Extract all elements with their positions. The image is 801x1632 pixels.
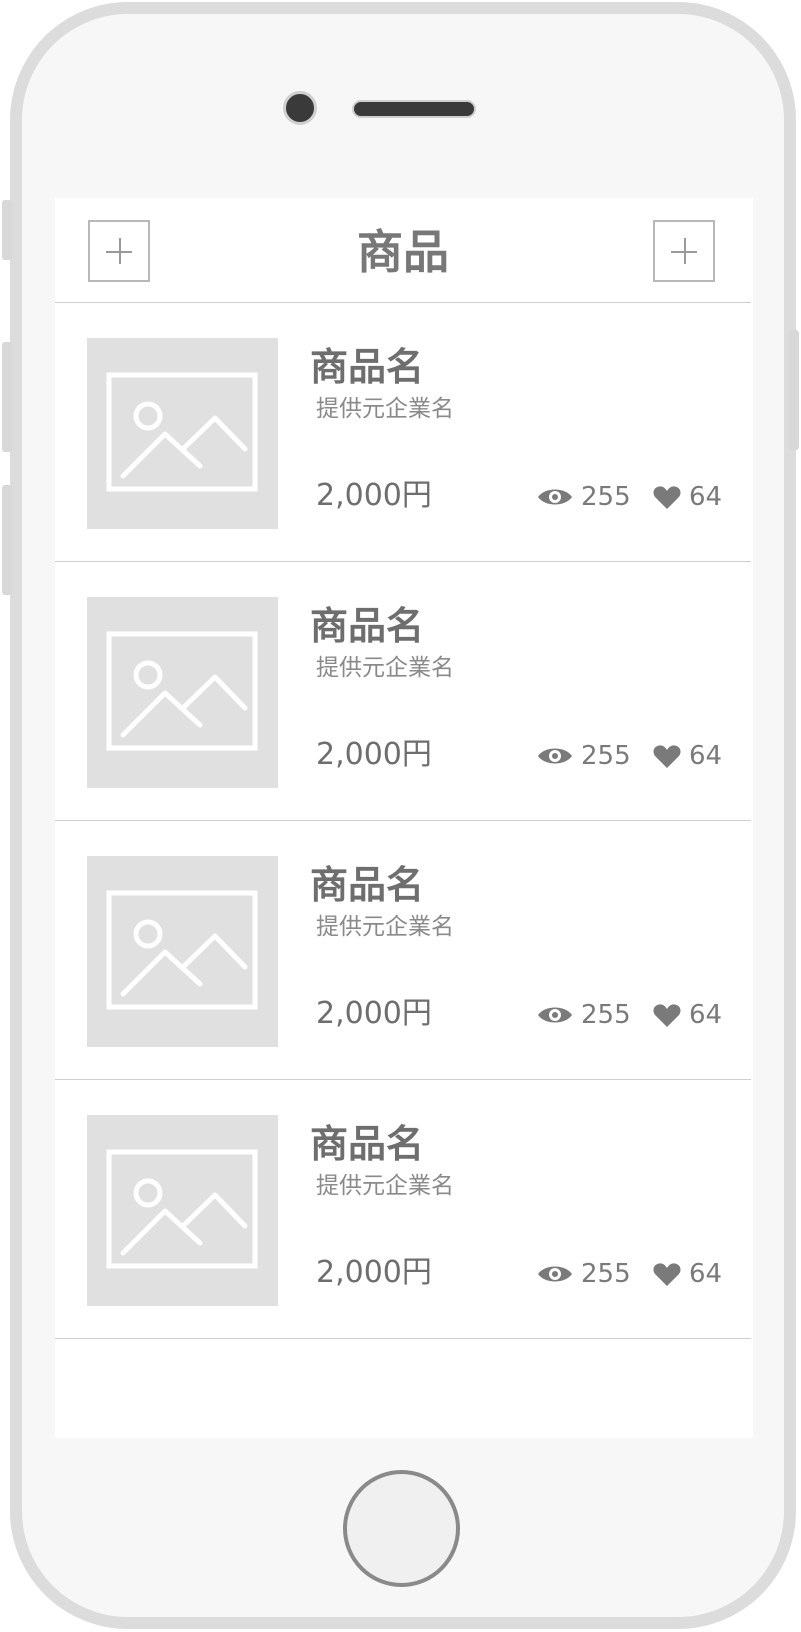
home-button[interactable] <box>343 1470 460 1587</box>
product-name: 商品名 <box>310 863 425 907</box>
product-company: 提供元企業名 <box>316 1173 454 1199</box>
eye-icon <box>538 1266 572 1282</box>
product-name: 商品名 <box>310 345 425 389</box>
product-list-item[interactable]: 商品名 提供元企業名 2,000円 255 64 <box>55 562 751 821</box>
app-screen: 商品 商品名 提供元企業名 2,000円 255 64 商品名 提供元企業名 2… <box>55 198 753 1438</box>
product-company: 提供元企業名 <box>316 655 454 681</box>
volume-up-button <box>2 342 12 452</box>
volume-down-button <box>2 485 12 595</box>
add-right-button[interactable] <box>653 220 715 282</box>
eye-icon <box>538 489 572 505</box>
earpiece-speaker <box>352 100 476 118</box>
product-price: 2,000円 <box>316 1255 432 1290</box>
view-count: 255 <box>537 999 631 1031</box>
eye-icon <box>538 1007 572 1023</box>
heart-icon <box>653 744 681 768</box>
product-price: 2,000円 <box>316 737 432 772</box>
page-title: 商品 <box>357 225 449 279</box>
product-list: 商品名 提供元企業名 2,000円 255 64 商品名 提供元企業名 2,00… <box>55 303 751 1339</box>
product-name: 商品名 <box>310 1122 425 1166</box>
product-company: 提供元企業名 <box>316 396 454 422</box>
like-count: 64 <box>653 740 722 772</box>
power-button <box>789 330 799 450</box>
product-price: 2,000円 <box>316 996 432 1031</box>
view-count: 255 <box>537 1258 631 1290</box>
like-count: 64 <box>653 1258 722 1290</box>
product-name: 商品名 <box>310 604 425 648</box>
like-count-value: 64 <box>689 1259 723 1289</box>
view-count-value: 255 <box>581 741 631 771</box>
plus-icon <box>655 222 713 280</box>
navigation-bar: 商品 <box>55 198 751 303</box>
product-list-item[interactable]: 商品名 提供元企業名 2,000円 255 64 <box>55 303 751 562</box>
like-count: 64 <box>653 999 722 1031</box>
product-image <box>87 1115 278 1306</box>
like-count-value: 64 <box>689 482 723 512</box>
product-image <box>87 597 278 788</box>
view-count-value: 255 <box>581 1000 631 1030</box>
image-placeholder-icon <box>106 1149 258 1269</box>
product-list-item[interactable]: 商品名 提供元企業名 2,000円 255 64 <box>55 821 751 1080</box>
product-image <box>87 856 278 1047</box>
heart-icon <box>653 485 681 509</box>
product-image <box>87 338 278 529</box>
image-placeholder-icon <box>106 372 258 492</box>
view-count: 255 <box>537 740 631 772</box>
product-list-item[interactable]: 商品名 提供元企業名 2,000円 255 64 <box>55 1080 751 1339</box>
heart-icon <box>653 1262 681 1286</box>
heart-icon <box>653 1003 681 1027</box>
view-count: 255 <box>537 481 631 513</box>
view-count-value: 255 <box>581 482 631 512</box>
product-price: 2,000円 <box>316 478 432 513</box>
image-placeholder-icon <box>106 890 258 1010</box>
view-count-value: 255 <box>581 1259 631 1289</box>
product-company: 提供元企業名 <box>316 914 454 940</box>
eye-icon <box>538 748 572 764</box>
like-count-value: 64 <box>689 1000 723 1030</box>
image-placeholder-icon <box>106 631 258 751</box>
front-camera <box>283 91 317 125</box>
like-count-value: 64 <box>689 741 723 771</box>
like-count: 64 <box>653 481 722 513</box>
mute-switch <box>2 200 12 260</box>
